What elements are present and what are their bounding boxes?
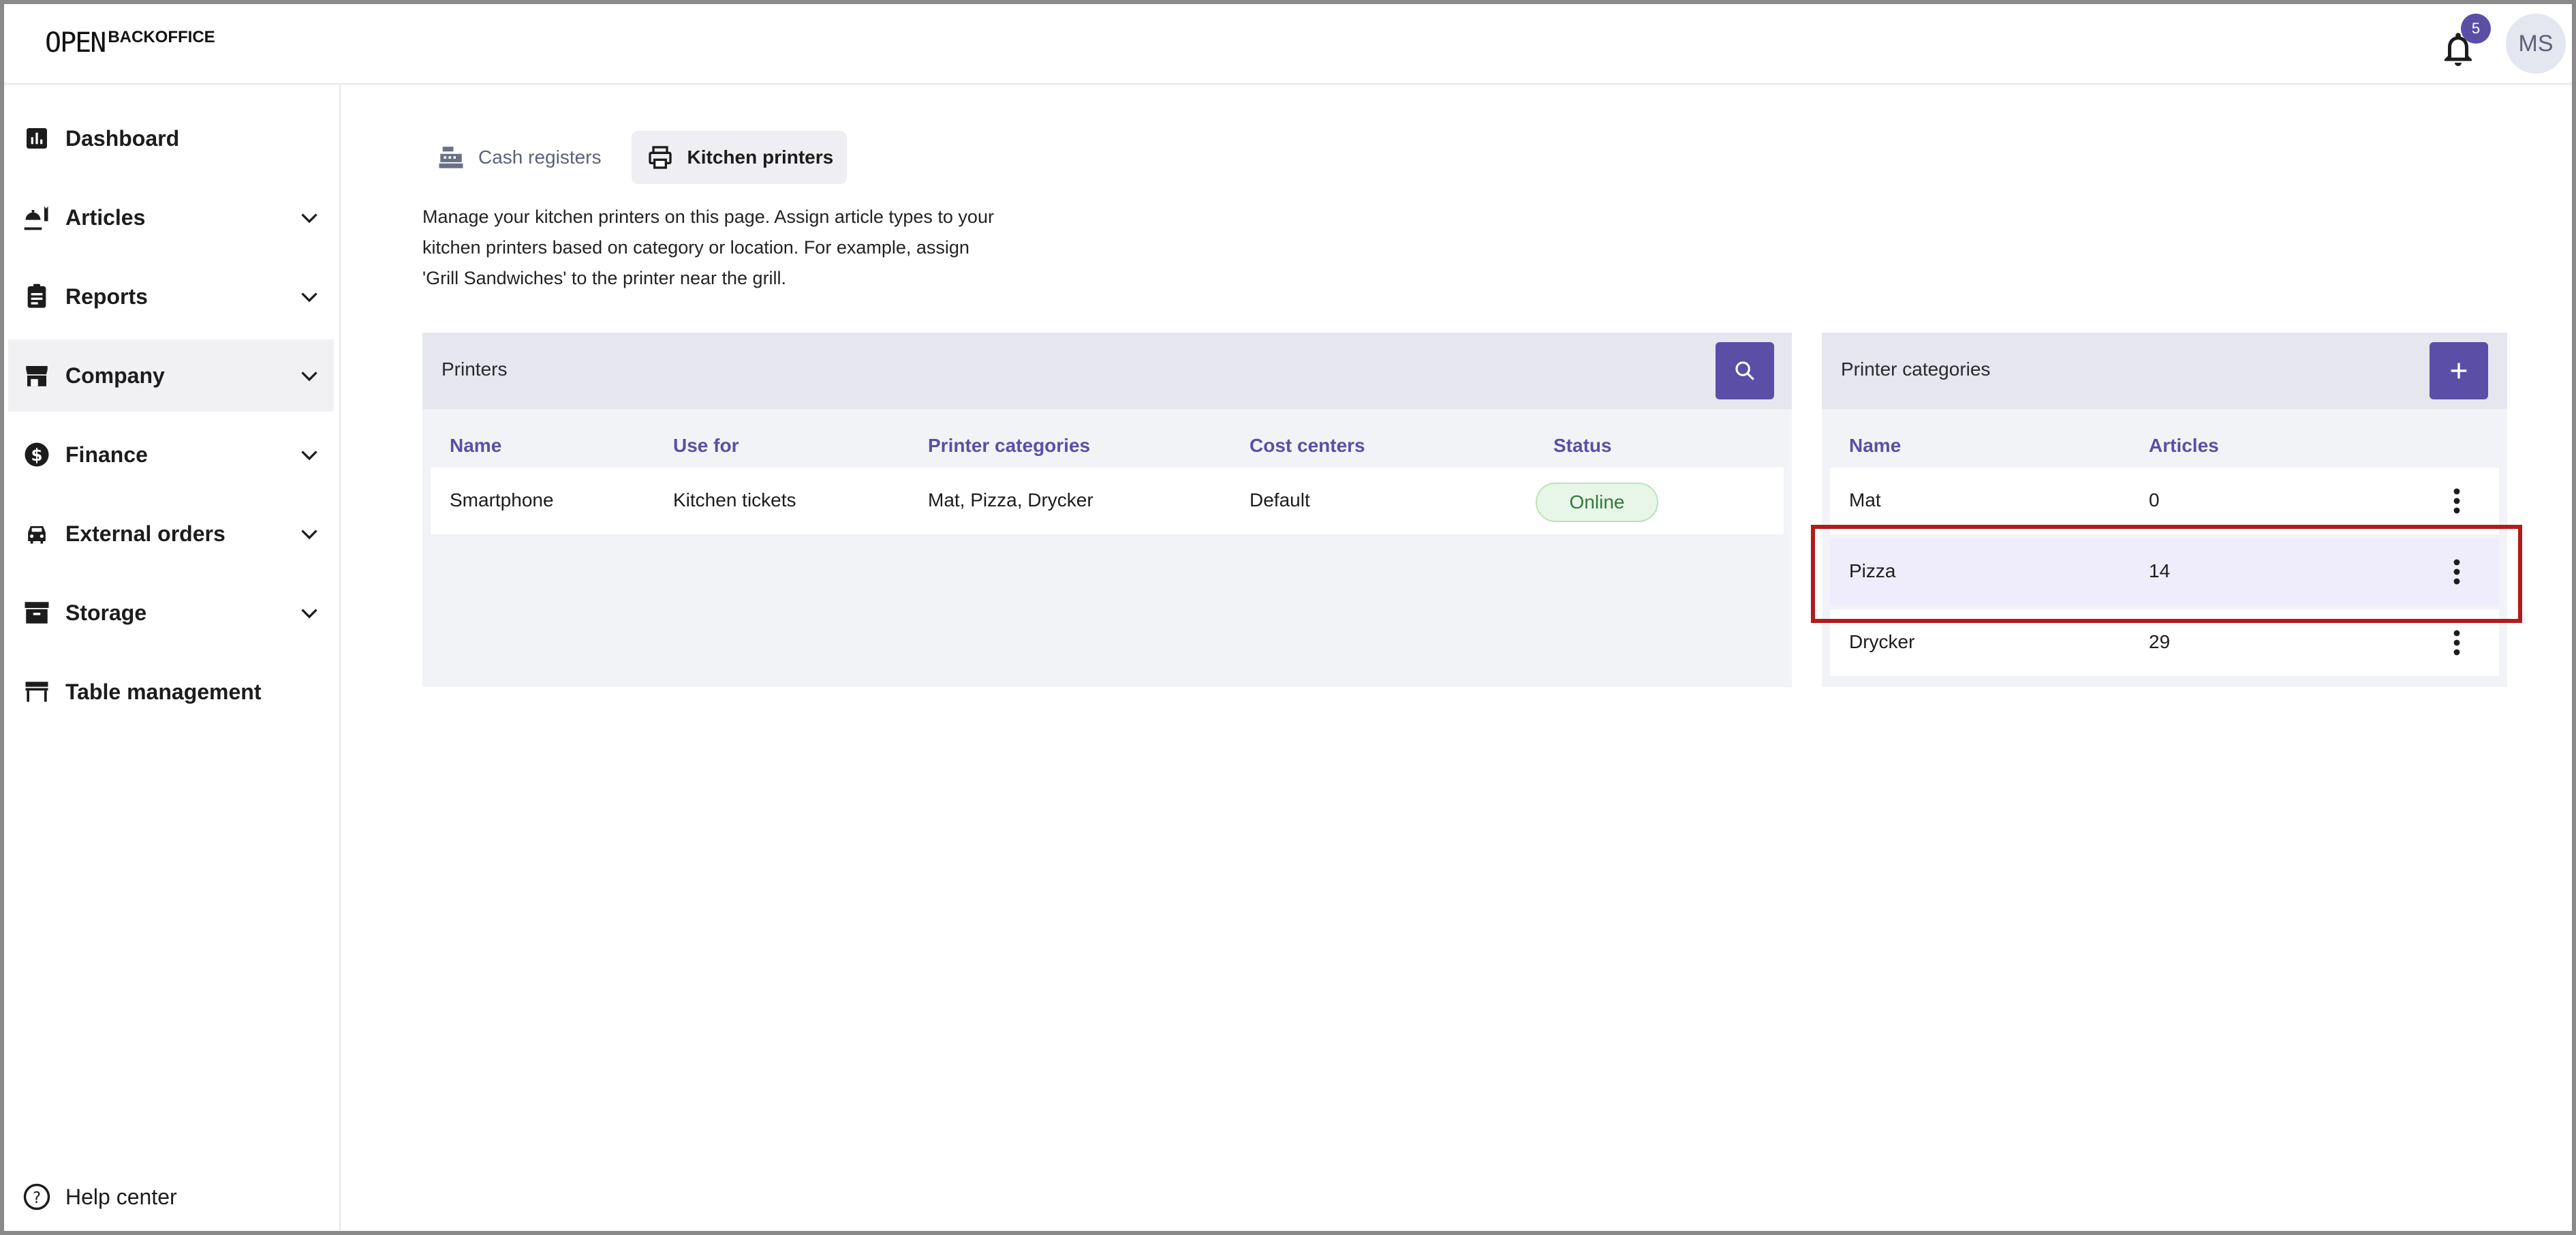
search-icon	[1735, 361, 1754, 380]
sidebar-item-label: Storage	[65, 600, 147, 625]
page-description: Manage your kitchen printers on this pag…	[422, 202, 1036, 294]
plus-icon	[2451, 363, 2467, 379]
dollar-icon: $	[20, 438, 53, 471]
tab-kitchen-printers[interactable]: Kitchen printers	[631, 131, 848, 184]
table-row[interactable]: Smartphone Kitchen tickets Mat, Pizza, D…	[431, 468, 1784, 534]
sidebar: Dashboard Articles Reports Company $ Fin…	[4, 85, 341, 1231]
description-line: 'Grill Sandwiches' to the printer near t…	[422, 268, 787, 288]
notifications-badge: 5	[2461, 14, 2491, 44]
printers-panel-header: Printers	[422, 333, 1792, 409]
car-icon	[20, 517, 53, 550]
printers-panel-title: Printers	[441, 359, 508, 380]
description-line: kitchen printers based on category or lo…	[422, 237, 969, 258]
status-badge: Online	[1536, 483, 1658, 522]
bar-chart-icon	[20, 122, 53, 155]
chevron-down-icon	[301, 451, 317, 461]
column-header-use-for[interactable]: Use for	[673, 435, 739, 457]
chevron-down-icon	[301, 213, 317, 224]
cash-register-icon	[436, 142, 466, 172]
category-name: Pizza	[1849, 560, 1896, 581]
more-vertical-icon[interactable]	[2443, 484, 2470, 518]
tab-label: Cash registers	[478, 147, 602, 168]
printer-categories-panel-header: Printer categories	[1822, 333, 2507, 409]
logo: OPEN BACKOFFICE	[45, 26, 215, 60]
sidebar-item-reports[interactable]: Reports	[8, 260, 334, 333]
app-window: OPEN BACKOFFICE 5 MS Dashboard Articles	[0, 0, 2576, 1235]
category-name: Mat	[1849, 489, 1881, 510]
sidebar-item-label: Finance	[65, 442, 148, 467]
category-articles: 14	[2149, 560, 2171, 581]
printer-icon	[645, 142, 675, 172]
printer-categories-panel: Printer categories Name Articles Mat 0 P…	[1822, 333, 2507, 687]
clipboard-icon	[20, 280, 53, 313]
category-name: Drycker	[1849, 631, 1915, 652]
avatar[interactable]: MS	[2506, 14, 2566, 74]
table-row[interactable]: Pizza 14	[1830, 538, 2499, 605]
chevron-down-icon	[301, 530, 317, 540]
table-row[interactable]: Drycker 29	[1830, 609, 2499, 676]
sidebar-item-storage[interactable]: Storage	[8, 577, 334, 649]
sidebar-item-company[interactable]: Company	[8, 339, 334, 412]
top-bar: OPEN BACKOFFICE 5 MS	[4, 4, 2572, 85]
column-header-cost-centers[interactable]: Cost centers	[1250, 435, 1365, 457]
help-icon: ?	[20, 1180, 53, 1213]
column-header-articles[interactable]: Articles	[2149, 435, 2219, 457]
help-center-link[interactable]: ? Help center	[8, 1170, 334, 1224]
printers-panel: Printers Name Use for Printer categories…	[422, 333, 1792, 687]
more-vertical-icon[interactable]	[2443, 626, 2470, 660]
archive-icon	[20, 596, 53, 629]
table-icon	[20, 675, 53, 708]
chevron-down-icon	[301, 371, 317, 382]
add-category-button[interactable]	[2430, 342, 2488, 399]
chevron-down-icon	[301, 292, 317, 303]
column-header-printer-categories[interactable]: Printer categories	[928, 435, 1090, 457]
search-button[interactable]	[1716, 342, 1774, 399]
printer-categories: Mat, Pizza, Drycker	[928, 489, 1093, 510]
column-header-name[interactable]: Name	[1849, 435, 1901, 457]
more-vertical-icon[interactable]	[2443, 555, 2470, 589]
table-row[interactable]: Mat 0	[1830, 468, 2499, 534]
description-line: Manage your kitchen printers on this pag…	[422, 207, 994, 227]
svg-text:$: $	[31, 445, 42, 465]
printer-use-for: Kitchen tickets	[673, 489, 796, 510]
tab-bar: Cash registers Kitchen printers	[422, 131, 863, 184]
printer-name: Smartphone	[450, 489, 554, 510]
printer-cost-centers: Default	[1250, 489, 1310, 510]
logo-mark: OPEN	[45, 27, 106, 59]
sidebar-item-label: Company	[65, 363, 165, 388]
svg-text:?: ?	[33, 1189, 41, 1207]
sidebar-item-finance[interactable]: $ Finance	[8, 418, 334, 491]
sidebar-item-label: Dashboard	[65, 125, 180, 151]
column-header-name[interactable]: Name	[450, 435, 501, 457]
category-articles: 0	[2149, 489, 2160, 510]
tab-label: Kitchen printers	[687, 147, 834, 168]
tab-cash-registers[interactable]: Cash registers	[422, 131, 615, 184]
store-icon	[20, 359, 53, 392]
sidebar-item-label: Reports	[65, 284, 148, 309]
sidebar-item-label: Articles	[65, 204, 146, 230]
sidebar-item-external-orders[interactable]: External orders	[8, 498, 334, 570]
logo-text: BACKOFFICE	[108, 28, 215, 46]
category-articles: 29	[2149, 631, 2171, 652]
sidebar-item-articles[interactable]: Articles	[8, 181, 334, 254]
food-icon	[20, 201, 53, 234]
printer-categories-panel-title: Printer categories	[1841, 359, 1991, 380]
sidebar-item-dashboard[interactable]: Dashboard	[8, 102, 334, 174]
sidebar-item-table-management[interactable]: Table management	[8, 656, 334, 728]
sidebar-item-label: Table management	[65, 679, 262, 704]
column-header-status[interactable]: Status	[1553, 435, 1612, 457]
sidebar-item-label: External orders	[65, 521, 226, 546]
help-center-label: Help center	[65, 1184, 177, 1209]
chevron-down-icon	[301, 609, 317, 619]
